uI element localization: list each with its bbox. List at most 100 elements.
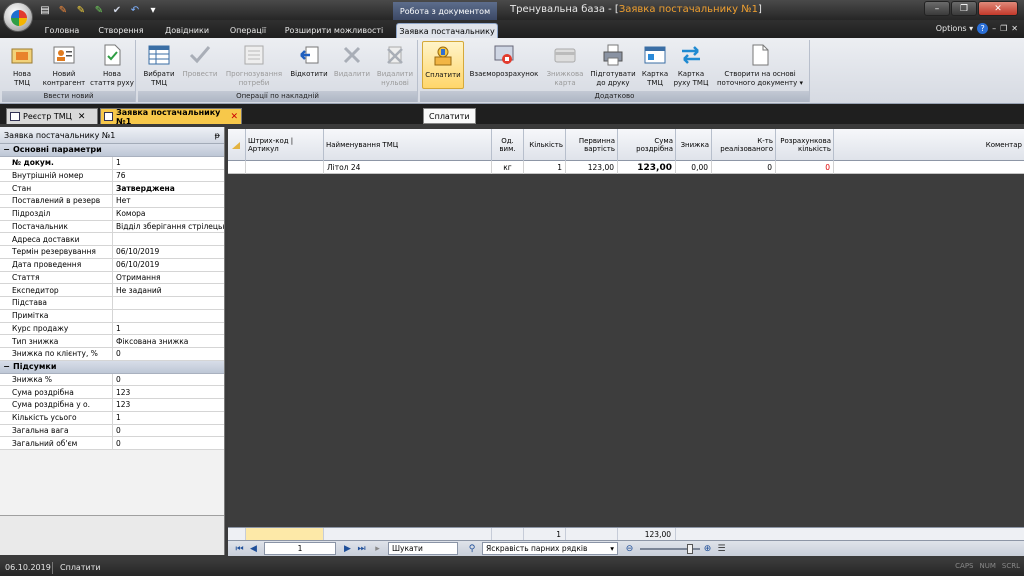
property-row[interactable]: Стан Затверджена bbox=[0, 182, 224, 195]
property-row[interactable]: Примітка bbox=[0, 309, 224, 323]
ribbon-close-icon[interactable]: ✕ bbox=[1011, 24, 1018, 33]
next-page-icon[interactable]: ▸ bbox=[372, 543, 383, 554]
cell-name[interactable]: Літол 24 bbox=[324, 161, 492, 174]
property-value[interactable]: Не заданий bbox=[113, 284, 224, 296]
col-name[interactable]: Найменування ТМЦ bbox=[324, 129, 492, 161]
new-contractor-button[interactable]: Новий контрагент bbox=[42, 41, 86, 89]
cell-quantity[interactable]: 1 bbox=[524, 161, 566, 174]
ribbon-restore-icon[interactable]: ❐ bbox=[1000, 24, 1007, 33]
edit-green-icon[interactable]: ✎ bbox=[92, 3, 106, 17]
options-menu[interactable]: Options ▾ ? – ❐ ✕ bbox=[936, 23, 1018, 34]
property-value[interactable]: Нет bbox=[113, 195, 224, 207]
zoom-slider-thumb[interactable] bbox=[687, 544, 693, 554]
property-value[interactable]: 76 bbox=[113, 169, 224, 182]
property-row[interactable]: Знижка по клієнту, % 0 bbox=[0, 348, 224, 361]
binoculars-icon[interactable]: ⚲ bbox=[464, 543, 480, 554]
undo-icon[interactable]: ↶ bbox=[128, 3, 142, 17]
item-card-button[interactable]: Картка ТМЦ bbox=[640, 41, 670, 89]
property-row[interactable]: Підрозділ Комора bbox=[0, 207, 224, 221]
collapse-icon[interactable]: − bbox=[2, 145, 11, 154]
property-value[interactable]: Затверджена bbox=[113, 182, 224, 194]
highlight-select[interactable]: Яскравість парних рядків ▾ bbox=[482, 542, 618, 555]
settlement-button[interactable]: Взаєморозрахунок bbox=[466, 41, 542, 89]
delete-button[interactable]: Видалити bbox=[332, 41, 372, 89]
property-value[interactable] bbox=[113, 297, 224, 309]
search-input[interactable]: Шукати bbox=[388, 542, 458, 555]
property-row[interactable]: Загальний об'єм 0 bbox=[0, 437, 224, 450]
record-number-input[interactable]: 1 bbox=[264, 542, 336, 555]
cell-retail-sum[interactable]: 123,00 bbox=[618, 161, 676, 174]
customize-qat-icon[interactable]: ▾ bbox=[146, 3, 160, 17]
select-items-button[interactable]: Вибрати ТМЦ bbox=[140, 41, 178, 89]
property-value[interactable]: 0 bbox=[113, 424, 224, 437]
doc-tab-supplier-order[interactable]: Заявка постачальнику №1 ✕ bbox=[100, 108, 242, 126]
tab-supplier-order[interactable]: Заявка постачальнику bbox=[396, 23, 498, 38]
property-value[interactable]: Фіксована знижка bbox=[113, 335, 224, 347]
property-value[interactable]: Відділ зберігання стрілецьк bbox=[113, 220, 224, 233]
zoom-in-icon[interactable]: ⊕ bbox=[702, 543, 713, 554]
property-row[interactable]: Кількість усього 1 bbox=[0, 411, 224, 425]
doc-tab-item-registry[interactable]: Реєстр ТМЦ ✕ bbox=[6, 108, 98, 124]
property-row[interactable]: Сума роздрібна 123 bbox=[0, 386, 224, 399]
section-totals[interactable]: − Підсумки bbox=[0, 360, 224, 374]
property-value[interactable] bbox=[113, 233, 224, 245]
item-movement-card-button[interactable]: Картка руху ТМЦ bbox=[672, 41, 710, 89]
cell-calc-qty[interactable]: 0 bbox=[776, 161, 834, 174]
help-icon[interactable]: ? bbox=[977, 23, 989, 34]
property-value[interactable]: 06/10/2019 bbox=[113, 246, 224, 258]
property-value[interactable]: 0 bbox=[113, 373, 224, 386]
property-value[interactable]: 123 bbox=[113, 386, 224, 398]
collapse-icon[interactable]: − bbox=[2, 362, 11, 371]
property-value[interactable]: 06/10/2019 bbox=[113, 258, 224, 271]
edit-icon[interactable]: ✎ bbox=[56, 3, 70, 17]
col-calc-qty[interactable]: Розрахункова кількість bbox=[776, 129, 834, 161]
property-value[interactable]: Комора bbox=[113, 207, 224, 220]
close-button[interactable]: ✕ bbox=[978, 1, 1018, 16]
col-discount[interactable]: Знижка bbox=[676, 129, 712, 161]
cell-discount[interactable]: 0,00 bbox=[676, 161, 712, 174]
col-initial-cost[interactable]: Первинна вартість bbox=[566, 129, 618, 161]
tab-create[interactable]: Створення bbox=[92, 23, 150, 38]
tab-operations[interactable]: Операції bbox=[224, 23, 272, 38]
property-row[interactable]: Курс продажу 1 bbox=[0, 322, 224, 336]
property-value[interactable]: 1 bbox=[113, 156, 224, 169]
next-record-icon[interactable]: ▶ bbox=[342, 543, 353, 554]
property-row[interactable]: Знижка % 0 bbox=[0, 373, 224, 387]
row-indicator[interactable] bbox=[228, 161, 246, 174]
col-unit[interactable]: Од. вим. bbox=[492, 129, 524, 161]
property-row[interactable]: Термін резервування 06/10/2019 bbox=[0, 246, 224, 259]
prev-record-icon[interactable]: ◀ bbox=[248, 543, 259, 554]
property-value[interactable]: 0 bbox=[113, 348, 224, 360]
tab-directories[interactable]: Довідники bbox=[158, 23, 216, 38]
property-row[interactable]: Сума роздрібна у о. 123 bbox=[0, 399, 224, 412]
cell-comment[interactable] bbox=[834, 161, 1024, 174]
property-row[interactable]: № докум. 1 bbox=[0, 156, 224, 170]
rollback-button[interactable]: Відкотити bbox=[288, 41, 330, 89]
section-main-params[interactable]: − Основні параметри bbox=[0, 144, 224, 157]
maximize-button[interactable]: ❐ bbox=[951, 1, 977, 16]
new-movement-article-button[interactable]: Нова стаття руху bbox=[90, 41, 134, 89]
table-row[interactable]: Літол 24 кг 1 123,00 123,00 0,00 0 0 bbox=[228, 161, 1024, 174]
post-button[interactable]: Провести bbox=[180, 41, 220, 89]
col-quantity[interactable]: Кількість bbox=[524, 129, 566, 161]
property-row[interactable]: Адреса доставки bbox=[0, 233, 224, 246]
discount-card-button[interactable]: Знижкова карта bbox=[544, 41, 586, 89]
property-value[interactable]: 0 bbox=[113, 437, 224, 449]
ribbon-minimize-icon[interactable]: – bbox=[992, 24, 996, 33]
col-retail-sum[interactable]: Сума роздрібна bbox=[618, 129, 676, 161]
property-row[interactable]: Експедитор Не заданий bbox=[0, 284, 224, 297]
col-comment[interactable]: Коментар bbox=[834, 129, 1024, 161]
pin-icon[interactable]: ᵽ bbox=[215, 131, 220, 140]
property-value[interactable]: 1 bbox=[113, 411, 224, 424]
last-record-icon[interactable]: ⏭ bbox=[356, 543, 367, 554]
property-row[interactable]: Постачальник Відділ зберігання стрілецьк bbox=[0, 220, 224, 234]
zoom-out-icon[interactable]: ⊖ bbox=[624, 543, 635, 554]
cell-barcode[interactable] bbox=[246, 161, 324, 174]
forecast-needs-button[interactable]: Прогнозування потреби bbox=[222, 41, 286, 89]
grid-corner[interactable] bbox=[228, 129, 246, 161]
property-value[interactable]: 123 bbox=[113, 399, 224, 411]
application-menu-button[interactable] bbox=[3, 2, 33, 32]
print-prepare-button[interactable]: Підготувати до друку bbox=[588, 41, 638, 89]
property-row[interactable]: Поставлений в резерв Нет bbox=[0, 195, 224, 208]
property-row[interactable]: Загальна вага 0 bbox=[0, 424, 224, 438]
